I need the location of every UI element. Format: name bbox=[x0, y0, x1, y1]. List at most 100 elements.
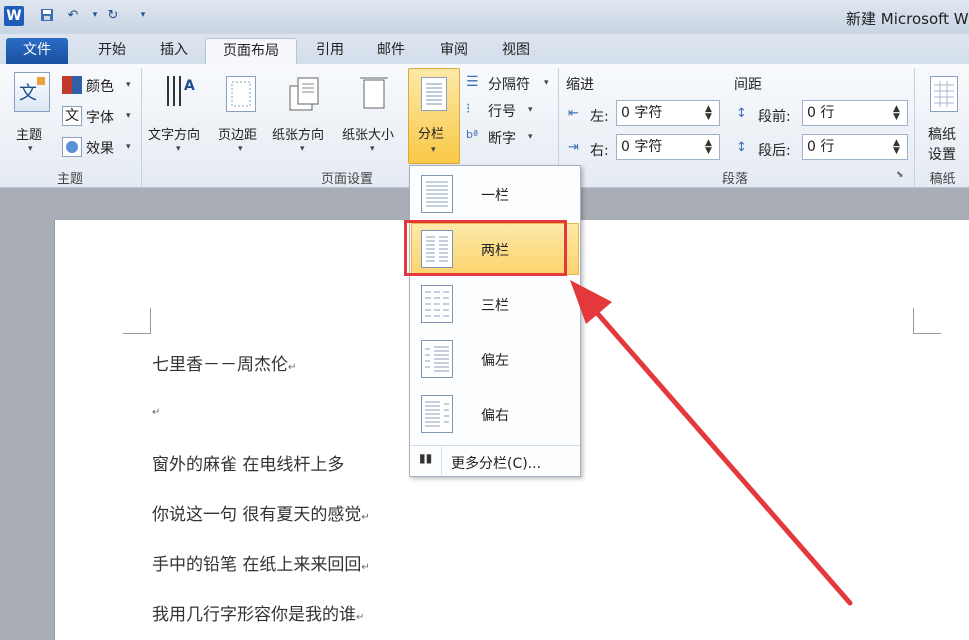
red-arrow-annotation bbox=[570, 280, 853, 606]
hyphenation-button[interactable]: bª 断字 ▾ bbox=[466, 126, 556, 148]
themes-icon: 文 bbox=[14, 72, 50, 112]
theme-fonts-label: 字体 bbox=[86, 110, 114, 126]
ribbon-tab-bar: 文件 开始 插入 页面布局 引用 邮件 审阅 视图 bbox=[0, 34, 969, 64]
paper-size-button[interactable]: 纸张大小 ▾ bbox=[340, 70, 408, 162]
title-bar: W ↶ ▾ ↻ ▾ 新建 Microsoft W bbox=[0, 0, 969, 34]
columns-option-one[interactable]: 一栏 bbox=[411, 168, 579, 220]
indent-left-spinner-icon[interactable]: ▲ ▼ bbox=[705, 105, 712, 122]
tab-insert[interactable]: 插入 bbox=[146, 38, 202, 64]
document-line[interactable]: 窗外的麻雀 在电线杆上多 bbox=[152, 450, 344, 475]
right-column-icon bbox=[421, 395, 453, 433]
themes-label: 主题 bbox=[16, 128, 43, 143]
document-line-empty[interactable]: ↵ bbox=[152, 400, 160, 420]
document-line[interactable]: 我用几行字形容你是我的谁↵ bbox=[152, 600, 364, 625]
manuscript-label-2: 设置 bbox=[928, 147, 956, 163]
tab-mailings[interactable]: 邮件 bbox=[363, 38, 419, 64]
columns-dropdown-icon: ▾ bbox=[431, 145, 436, 155]
margins-button[interactable]: 页边距 ▾ bbox=[216, 70, 268, 162]
paragraph-mark-icon: ↵ bbox=[361, 512, 370, 523]
line-numbers-label: 行号 bbox=[488, 104, 516, 120]
more-columns-icon: ▮▮ bbox=[419, 451, 433, 465]
theme-effects-button[interactable]: 效果 ▾ bbox=[62, 136, 138, 158]
columns-option-right-label: 偏右 bbox=[481, 408, 509, 424]
indent-right-icon: ⇥ bbox=[568, 140, 579, 155]
tab-home[interactable]: 开始 bbox=[82, 38, 142, 64]
indent-right-label: 右: bbox=[590, 143, 609, 159]
window-title: 新建 Microsoft W bbox=[846, 10, 969, 28]
document-line[interactable]: 你说这一句 很有夏天的感觉↵ bbox=[152, 500, 370, 525]
word-logo-icon: W bbox=[4, 6, 24, 26]
undo-icon[interactable]: ↶ bbox=[64, 6, 82, 24]
theme-colors-button[interactable]: 颜色 ▾ bbox=[62, 74, 138, 96]
theme-colors-dropdown-icon: ▾ bbox=[126, 80, 131, 90]
paragraph-mark-icon: ↵ bbox=[288, 362, 297, 373]
line-numbers-icon: ⁝ bbox=[466, 101, 471, 117]
more-columns-menu-item[interactable]: ▮▮ 更多分栏(C)... bbox=[411, 447, 579, 475]
orientation-icon bbox=[288, 76, 322, 112]
text-direction-button[interactable]: A 文字方向 ▾ bbox=[148, 70, 214, 162]
spacing-after-spinner-icon[interactable]: ▲ ▼ bbox=[893, 139, 900, 156]
columns-option-left[interactable]: 偏左 bbox=[411, 333, 579, 385]
indent-right-value: 0 字符 bbox=[621, 139, 663, 155]
tab-view[interactable]: 视图 bbox=[489, 38, 543, 64]
paper-size-icon bbox=[360, 76, 390, 112]
indent-left-icon: ⇤ bbox=[568, 106, 579, 121]
themes-button[interactable]: 文 主题 ▾ bbox=[10, 70, 54, 158]
document-line-title[interactable]: 七里香－－周杰伦↵ bbox=[152, 350, 296, 375]
tab-page-layout[interactable]: 页面布局 bbox=[205, 38, 297, 64]
spacing-before-spinner-icon[interactable]: ▲ ▼ bbox=[893, 105, 900, 122]
breaks-label: 分隔符 bbox=[488, 77, 530, 93]
spacing-before-label: 段前: bbox=[758, 109, 791, 125]
one-column-icon bbox=[421, 175, 453, 213]
spacing-before-input[interactable]: 0 行 ▲ ▼ bbox=[802, 100, 908, 126]
more-columns-label: 更多分栏(C)... bbox=[451, 456, 542, 472]
orientation-label: 纸张方向 bbox=[272, 128, 325, 143]
paper-size-dropdown-icon: ▾ bbox=[370, 144, 375, 154]
hyphenation-icon: bª bbox=[466, 128, 479, 141]
spacing-after-value: 0 行 bbox=[807, 139, 835, 155]
columns-option-left-label: 偏左 bbox=[481, 353, 509, 369]
orientation-dropdown-icon: ▾ bbox=[300, 144, 305, 154]
theme-effects-dropdown-icon: ▾ bbox=[126, 142, 131, 152]
undo-dropdown-icon[interactable]: ▾ bbox=[86, 6, 104, 24]
menu-divider bbox=[410, 445, 580, 446]
breaks-button[interactable]: ☰ 分隔符 ▾ bbox=[466, 72, 556, 94]
text-direction-dropdown-icon: ▾ bbox=[176, 144, 181, 154]
customize-toolbar-icon[interactable]: ▾ bbox=[134, 6, 152, 24]
left-column-icon bbox=[421, 340, 453, 378]
columns-option-right[interactable]: 偏右 bbox=[411, 388, 579, 440]
margins-label: 页边距 bbox=[218, 128, 258, 143]
theme-fonts-button[interactable]: 文 字体 ▾ bbox=[62, 105, 138, 127]
paragraph-dialog-launcher-icon[interactable]: ⬊ bbox=[896, 170, 904, 180]
orientation-button[interactable]: 纸张方向 ▾ bbox=[270, 70, 338, 162]
line-numbers-button[interactable]: ⁝ 行号 ▾ bbox=[466, 99, 556, 121]
indent-left-input[interactable]: 0 字符 ▲ ▼ bbox=[616, 100, 720, 126]
effects-icon bbox=[62, 137, 82, 157]
paper-size-label: 纸张大小 bbox=[342, 128, 395, 143]
spacing-before-icon: ↕ bbox=[736, 106, 747, 121]
theme-colors-label: 颜色 bbox=[86, 79, 114, 95]
indent-title: 缩进 bbox=[566, 77, 594, 93]
svg-text:A: A bbox=[184, 78, 195, 94]
tab-file[interactable]: 文件 bbox=[6, 38, 68, 64]
font-icon: 文 bbox=[62, 106, 82, 126]
spacing-before-value: 0 行 bbox=[807, 105, 835, 121]
tab-review[interactable]: 审阅 bbox=[427, 38, 481, 64]
breaks-dropdown-icon: ▾ bbox=[544, 78, 549, 88]
paragraph-mark-icon: ↵ bbox=[152, 407, 161, 418]
tab-references[interactable]: 引用 bbox=[303, 38, 357, 64]
redo-icon[interactable]: ↻ bbox=[104, 6, 122, 24]
indent-right-spinner-icon[interactable]: ▲ ▼ bbox=[705, 139, 712, 156]
manuscript-label-1: 稿纸 bbox=[928, 127, 956, 143]
columns-button[interactable]: 分栏 ▾ bbox=[408, 68, 460, 164]
indent-right-input[interactable]: 0 字符 ▲ ▼ bbox=[616, 134, 720, 160]
margins-dropdown-icon: ▾ bbox=[238, 144, 243, 154]
spacing-after-input[interactable]: 0 行 ▲ ▼ bbox=[802, 134, 908, 160]
columns-option-three[interactable]: 三栏 bbox=[411, 278, 579, 330]
save-icon[interactable] bbox=[38, 6, 56, 24]
theme-effects-label: 效果 bbox=[86, 141, 114, 157]
columns-option-one-label: 一栏 bbox=[481, 188, 509, 204]
document-line[interactable]: 手中的铅笔 在纸上来来回回↵ bbox=[152, 550, 370, 575]
highlight-box-annotation bbox=[404, 220, 567, 276]
manuscript-settings-button[interactable]: 稿纸 设置 bbox=[920, 70, 966, 163]
